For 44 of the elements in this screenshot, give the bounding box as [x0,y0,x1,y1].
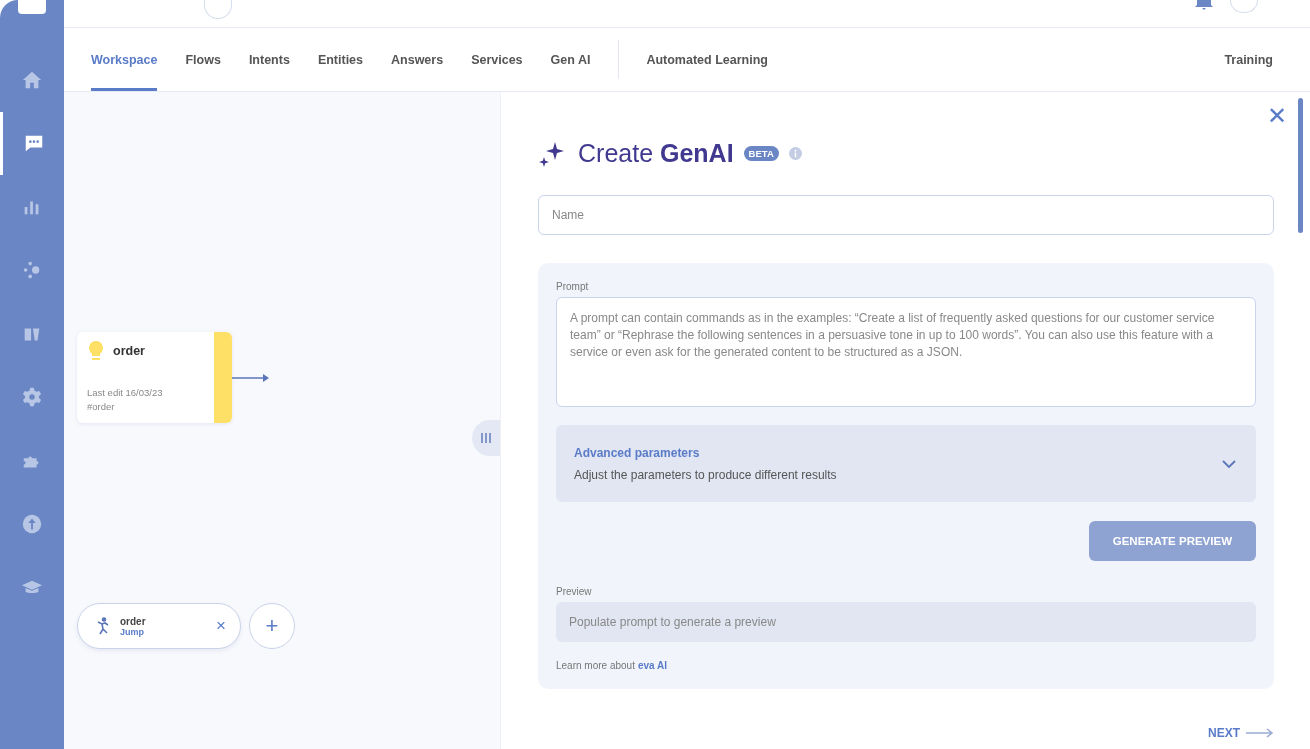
upload-icon [21,513,43,536]
nav-tab[interactable]: Services [471,28,523,91]
scrollbar[interactable] [1298,98,1303,233]
nav-tab[interactable]: Automated Learning [646,28,768,91]
panel-title: Create GenAI [578,139,734,168]
grip-icon [481,433,491,443]
gear-icon [21,386,43,409]
nav-tab[interactable]: Flows [185,28,221,91]
nav-tab[interactable]: Gen AI [550,28,591,91]
advanced-title: Advanced parameters [574,445,701,460]
connector-arrow [232,372,270,383]
nav-tab[interactable]: Entities [317,28,364,91]
beta-badge: BETA [743,146,779,161]
nav-tab[interactable]: Answers [391,28,444,91]
close-button[interactable]: ✕ [1267,104,1287,128]
intent-node[interactable]: order Last edit 16/03/23 #order [77,332,232,423]
info-icon[interactable] [788,147,802,160]
nav-tab[interactable]: Training [1224,28,1273,91]
logo-icon [18,0,46,14]
remove-button[interactable]: × [216,616,226,636]
advanced-parameters[interactable]: Advanced parameters Adjust the parameters to produce different results [556,425,1256,502]
node-last-edit: Last edit 16/03/23 [87,386,164,400]
prompt-label: Prompt [556,281,590,292]
node-tag: #order [87,400,204,414]
resize-handle[interactable] [472,420,500,456]
arrow-right-icon [1246,728,1274,738]
jump-type: Jump [120,626,145,637]
next-button[interactable]: NEXT [1208,726,1274,740]
lightbulb-icon [87,340,105,362]
bell-icon[interactable] [1194,0,1214,10]
running-figure-icon [96,617,110,635]
jump-chip[interactable]: order Jump × [77,603,241,649]
jump-title: order [120,615,147,627]
learn-more-text: Learn more about [556,660,635,671]
add-button[interactable]: + [249,603,295,649]
advanced-subtitle: Adjust the parameters to produce different results [574,467,838,482]
name-field[interactable]: Name [538,195,1274,235]
chevron-icon [1222,458,1236,469]
eva-ai-link[interactable]: eva AI [637,660,668,671]
preview-field[interactable]: Populate prompt to generate a preview [556,602,1256,642]
preview-label: Preview [556,586,593,597]
prompt-field[interactable]: A prompt can contain commands as in the examples: “Create a list of frequently asked questions for our customer service team” or “Rephrase the following sentences in a persuasive tone in up to 100 words”. You can also use this feature with a service or even ask for the generated content to be structured as a JSON. [556,297,1256,407]
nav-tab[interactable]: Intents [248,28,290,91]
node-title: order [113,344,145,358]
